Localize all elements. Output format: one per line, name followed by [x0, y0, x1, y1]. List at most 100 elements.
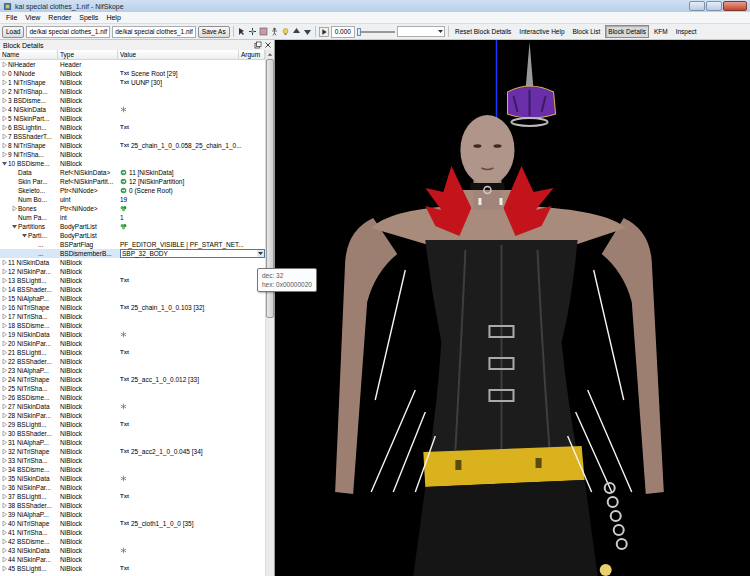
tree-row[interactable]: 5 NiSkinPart... NiBlock	[0, 114, 265, 123]
view-up-icon[interactable]	[292, 27, 301, 36]
skeleton-icon[interactable]	[270, 27, 279, 36]
tree-row[interactable]: Skin Par... Ref<NiSkinPartit... 12 [NiSk…	[0, 177, 265, 186]
tree-row[interactable]: 36 NiSkinPar... NiBlock	[0, 483, 265, 492]
collapsed-arrow-icon[interactable]	[1, 268, 8, 275]
tree-row[interactable]: 26 BSDisme... NiBlock	[0, 393, 265, 402]
collapsed-arrow-icon[interactable]	[1, 448, 8, 455]
collapsed-arrow-icon[interactable]	[1, 70, 8, 77]
collapsed-arrow-icon[interactable]	[1, 556, 8, 563]
collapsed-arrow-icon[interactable]	[1, 430, 8, 437]
tree-row[interactable]: 17 NiTriSha... NiBlock	[0, 312, 265, 321]
axes-icon[interactable]	[248, 27, 257, 36]
menu-item[interactable]: Render	[44, 14, 75, 21]
collapsed-arrow-icon[interactable]	[1, 565, 8, 572]
view-toggle-button[interactable]: Block List	[570, 25, 604, 38]
maximize-icon[interactable]	[706, 1, 722, 11]
collapsed-arrow-icon[interactable]	[1, 538, 8, 545]
collapsed-arrow-icon[interactable]	[1, 340, 8, 347]
vertical-scrollbar[interactable]	[265, 50, 274, 576]
collapsed-arrow-icon[interactable]	[1, 349, 8, 356]
collapsed-arrow-icon[interactable]	[1, 142, 8, 149]
tree-row[interactable]: 8 NiTriShape NiBlock Txt 25_chain_1_0_0.…	[0, 141, 265, 150]
minimize-icon[interactable]	[689, 1, 705, 11]
view-toggle-button[interactable]: Inspect	[673, 25, 700, 38]
collapsed-arrow-icon[interactable]	[1, 439, 8, 446]
tree-row[interactable]: 22 BSShader... NiBlock	[0, 357, 265, 366]
tree-row[interactable]: 24 NiTriShape NiBlock Txt 25_acc_1_0_0.0…	[0, 375, 265, 384]
view-toggle-button[interactable]: Block Details	[605, 25, 649, 38]
timeline-slider[interactable]	[357, 27, 395, 37]
tree-row[interactable]: 42 BSDisme... NiBlock	[0, 537, 265, 546]
timeline-handle[interactable]	[357, 28, 361, 36]
tree-row[interactable]: Num Pa... int 1	[0, 213, 265, 222]
value-combo-box[interactable]: SBP_32_BODY	[120, 249, 265, 258]
expanded-arrow-icon[interactable]	[11, 223, 18, 230]
tree-row[interactable]: 16 NiTriShape NiBlock Txt 25_chain_1_0_0…	[0, 303, 265, 312]
collapsed-arrow-icon[interactable]	[1, 484, 8, 491]
collapsed-arrow-icon[interactable]	[1, 511, 8, 518]
light-icon[interactable]	[281, 27, 290, 36]
tree-row[interactable]: Data Ref<NiSkinData> 11 [NiSkinData]	[0, 168, 265, 177]
save-as-button[interactable]: Save As	[198, 26, 230, 38]
collapsed-arrow-icon[interactable]	[1, 367, 8, 374]
tree-row[interactable]: 7 BSShaderT... NiBlock	[0, 132, 265, 141]
collapsed-arrow-icon[interactable]	[1, 313, 8, 320]
column-title[interactable]: Type	[58, 50, 118, 59]
tree-row[interactable]: ... BSPartFlag PF_EDITOR_VISIBLE | PF_ST…	[0, 240, 265, 249]
collapsed-arrow-icon[interactable]	[1, 403, 8, 410]
tree-row[interactable]: 29 BSLighti... NiBlock Txt	[0, 420, 265, 429]
collapsed-arrow-icon[interactable]	[1, 304, 8, 311]
menu-item[interactable]: Spells	[75, 14, 102, 21]
collapsed-arrow-icon[interactable]	[1, 331, 8, 338]
collapsed-arrow-icon[interactable]	[1, 421, 8, 428]
tree-row[interactable]: Partitions BodyPartList	[0, 222, 265, 231]
expanded-arrow-icon[interactable]	[21, 232, 28, 239]
view-down-icon[interactable]	[303, 27, 312, 36]
collapsed-arrow-icon[interactable]	[1, 520, 8, 527]
column-title[interactable]: Value	[118, 50, 239, 59]
tree-row[interactable]: 38 BSShader... NiBlock	[0, 501, 265, 510]
tree-row[interactable]: 11 NiSkinData NiBlock	[0, 258, 265, 267]
animation-dropdown[interactable]	[397, 26, 445, 37]
scroll-up-icon[interactable]	[266, 50, 274, 59]
collapsed-arrow-icon[interactable]	[1, 493, 8, 500]
collapsed-arrow-icon[interactable]	[11, 205, 18, 212]
tree-row[interactable]: Bones Ptr<NiNode>	[0, 204, 265, 213]
expanded-arrow-icon[interactable]	[1, 160, 8, 167]
close-panel-icon[interactable]	[264, 41, 272, 49]
tree-row[interactable]: 20 NiSkinPar... NiBlock	[0, 339, 265, 348]
tree-row[interactable]: 21 BSLighti... NiBlock Txt	[0, 348, 265, 357]
collapsed-arrow-icon[interactable]	[1, 502, 8, 509]
tree-row[interactable]: Parti... BodyPartList	[0, 231, 265, 240]
tree-row[interactable]: 10 BSDisme... NiBlock	[0, 159, 265, 168]
collapsed-arrow-icon[interactable]	[1, 412, 8, 419]
collapsed-arrow-icon[interactable]	[1, 151, 8, 158]
column-title[interactable]: Argum	[239, 50, 265, 59]
collapsed-arrow-icon[interactable]	[1, 286, 8, 293]
collapsed-arrow-icon[interactable]	[1, 61, 8, 68]
tree-row[interactable]: ... BSDismemberB... SBP_32_BODY	[0, 249, 265, 258]
tree-row[interactable]: 40 NiTriShape NiBlock Txt 25_cloth1_1_0_…	[0, 519, 265, 528]
collapsed-arrow-icon[interactable]	[1, 295, 8, 302]
collapsed-arrow-icon[interactable]	[1, 376, 8, 383]
tree-row[interactable]: 28 NiSkinPar... NiBlock	[0, 411, 265, 420]
tree-row[interactable]: 39 NiAlphaP... NiBlock	[0, 510, 265, 519]
collapsed-arrow-icon[interactable]	[1, 124, 8, 131]
tree-row[interactable]: 45 BSLighti... NiBlock Txt	[0, 564, 265, 573]
tree-row[interactable]: Skeleto... Ptr<NiNode> 0 (Scene Root)	[0, 186, 265, 195]
tree-row[interactable]: Num Bo... uint 19	[0, 195, 265, 204]
tree-row[interactable]: 9 NiTriSha... NiBlock	[0, 150, 265, 159]
tree-row[interactable]: 13 BSLighti... NiBlock Txt	[0, 276, 265, 285]
tree-row[interactable]: 25 NiTriSha... NiBlock	[0, 384, 265, 393]
collapsed-arrow-icon[interactable]	[1, 358, 8, 365]
path-field[interactable]: de/kai special clothes_1.nif	[112, 26, 196, 38]
time-field[interactable]: 0.000	[331, 26, 355, 38]
menu-item[interactable]: File	[2, 14, 21, 21]
dropdown-arrow-icon[interactable]	[257, 250, 264, 257]
collapsed-arrow-icon[interactable]	[1, 475, 8, 482]
tree-row[interactable]: 30 BSShader... NiBlock	[0, 429, 265, 438]
collapsed-arrow-icon[interactable]	[1, 529, 8, 536]
tree-row[interactable]: 41 NiTriSha... NiBlock	[0, 528, 265, 537]
collapsed-arrow-icon[interactable]	[1, 547, 8, 554]
menu-item[interactable]: Help	[102, 14, 124, 21]
